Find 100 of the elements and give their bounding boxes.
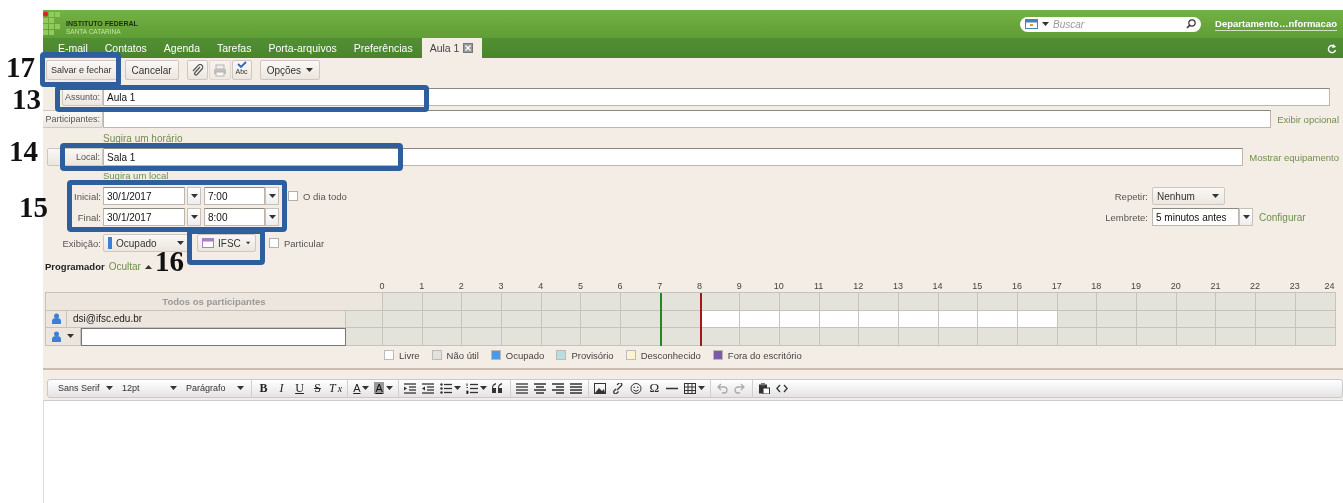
date-field[interactable]: 30/1/2017 <box>103 187 185 205</box>
tab[interactable]: Porta-arquivos <box>260 38 346 58</box>
hour-label: 0 <box>379 281 385 291</box>
date-field[interactable]: 30/1/2017 <box>103 208 185 226</box>
tab[interactable]: Tarefas <box>209 38 261 58</box>
location-field[interactable]: Sala 1 <box>103 148 1244 166</box>
callout-number: 13 <box>12 84 41 114</box>
reminder-dropdown-button[interactable] <box>1239 208 1253 226</box>
time-slot <box>898 328 939 346</box>
hour-label: 18 <box>1091 281 1102 291</box>
options-button[interactable]: Opções <box>259 60 321 80</box>
hour-label: 14 <box>932 281 943 291</box>
time-field[interactable]: 7:00 <box>204 187 265 205</box>
calendar-select[interactable]: IFSC <box>197 234 256 252</box>
column-header: Todos os participantes <box>46 293 383 311</box>
caret-icon <box>306 68 314 72</box>
display-select[interactable]: Ocupado <box>103 234 190 252</box>
attach-button[interactable] <box>186 60 208 80</box>
subject-field[interactable]: Aula 1 <box>103 88 1330 106</box>
location-button[interactable]: Local: <box>47 148 103 166</box>
field-label: Final: <box>77 211 101 223</box>
hour-label: 24 <box>1324 281 1335 291</box>
hour-label: 19 <box>1131 281 1142 291</box>
time-slot <box>1137 328 1177 346</box>
table-cell <box>346 328 383 346</box>
tab[interactable]: Contatos <box>96 38 156 58</box>
callout-number: 17 <box>6 52 35 82</box>
time-slot <box>462 328 503 346</box>
logo-icon <box>43 11 61 37</box>
time-dropdown-button[interactable] <box>265 187 279 205</box>
caret-up-icon[interactable] <box>144 264 152 269</box>
field-label: Repetir: <box>1113 190 1148 202</box>
attendees-field[interactable] <box>103 110 1272 128</box>
hour-label: 9 <box>736 281 742 291</box>
printer-icon <box>212 63 227 77</box>
caret-icon <box>190 194 198 198</box>
hour-label: 23 <box>1289 281 1300 291</box>
person-icon <box>51 313 61 325</box>
time-slot <box>978 328 1018 346</box>
field-label: Lembrete: <box>1104 211 1148 223</box>
attendee-type-button[interactable] <box>46 328 81 346</box>
time-slot <box>581 328 622 346</box>
tab[interactable]: Agenda <box>155 38 209 58</box>
caret-icon <box>1042 22 1050 26</box>
caret-icon <box>268 194 276 198</box>
date-dropdown-button[interactable] <box>187 187 201 205</box>
checkbox[interactable] <box>269 238 279 248</box>
time-slot <box>1018 328 1058 346</box>
caret-icon <box>67 334 74 339</box>
callout-number: 14 <box>9 136 38 166</box>
legend-label: Provisório <box>571 349 614 361</box>
section-title: Programador <box>45 261 105 272</box>
date-dropdown-button[interactable] <box>187 208 201 226</box>
hour-label: 22 <box>1250 281 1261 291</box>
time-slot <box>1057 328 1098 346</box>
hour-label: 6 <box>617 281 623 291</box>
legend-label: Ocupado <box>505 349 545 361</box>
cancel-button[interactable]: Cancelar <box>124 60 179 80</box>
hour-label: 11 <box>813 281 824 291</box>
time-slot <box>422 328 463 346</box>
repeat-select[interactable]: Nenhum <box>1152 187 1225 205</box>
time-field[interactable]: 8:00 <box>204 208 265 226</box>
caret-icon <box>1212 194 1219 198</box>
checkbox[interactable] <box>288 191 298 201</box>
person-icon <box>52 330 61 342</box>
time-slot <box>779 328 820 346</box>
hour-label: 20 <box>1170 281 1181 291</box>
reminder-field[interactable]: 5 minutos antes <box>1152 208 1239 226</box>
caret-icon <box>1242 215 1250 219</box>
time-slot <box>1256 328 1296 346</box>
time-slot <box>700 328 741 346</box>
tab[interactable]: E-mail <box>50 38 97 58</box>
caret-icon <box>190 215 198 219</box>
close-icon[interactable] <box>463 43 474 53</box>
callout-number: 15 <box>19 192 48 222</box>
hour-label: 1 <box>419 281 425 291</box>
hour-label: 8 <box>697 281 702 291</box>
search-icon[interactable] <box>1186 19 1197 29</box>
hour-label: 15 <box>972 281 983 291</box>
attendees-button[interactable]: Participantes: <box>43 110 103 128</box>
attendee-input[interactable] <box>81 328 346 346</box>
time-slot <box>1295 328 1336 346</box>
legend-label: Livre <box>399 349 420 361</box>
legend-label: Fora do escritório <box>727 349 802 361</box>
hour-label: 7 <box>657 281 663 291</box>
time-slot <box>621 328 661 346</box>
field-label: Exibição: <box>62 237 101 249</box>
save-close-button[interactable]: Salvar e fechar <box>46 60 117 80</box>
hour-label: 4 <box>538 281 544 291</box>
tab[interactable]: Aula 1 <box>421 38 483 58</box>
tab[interactable]: Preferências <box>345 38 422 58</box>
time-slot <box>660 328 701 346</box>
legend-label: Desconhecido <box>640 349 701 361</box>
refresh-icon[interactable] <box>1327 42 1337 54</box>
time-dropdown-button[interactable] <box>265 208 279 226</box>
time-slot <box>740 328 780 346</box>
checkbox-label: Particular <box>284 237 325 249</box>
field-label: Inicial: <box>74 190 101 202</box>
hour-label: 21 <box>1210 281 1221 291</box>
hour-label: 10 <box>773 281 784 291</box>
